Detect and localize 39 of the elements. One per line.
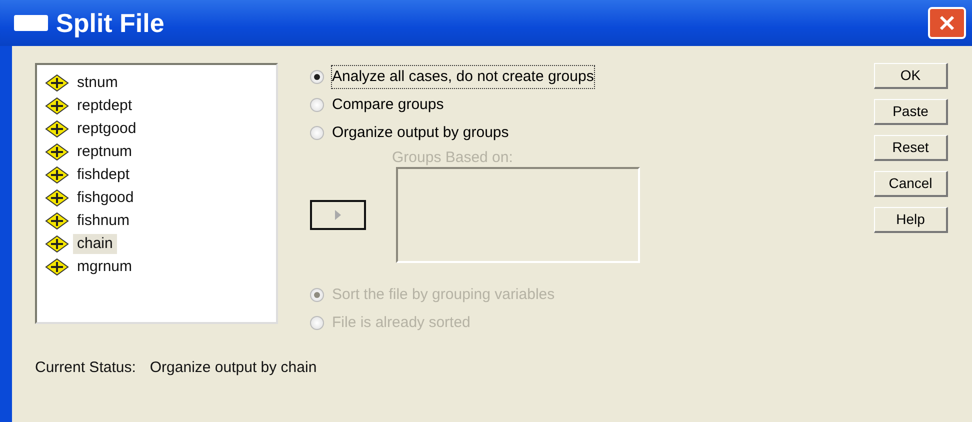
status-value: Organize output by chain <box>150 358 317 378</box>
variable-item[interactable]: chain <box>73 234 117 254</box>
dialog-button[interactable]: Cancel <box>874 171 948 197</box>
arrow-right-icon <box>334 210 342 220</box>
window-icon <box>14 15 48 31</box>
variable-icon <box>45 234 69 252</box>
groups-list[interactable] <box>396 167 640 263</box>
radio-option[interactable]: Organize output by groups <box>310 119 509 147</box>
variable-item[interactable]: reptdept <box>73 96 136 116</box>
variable-icon <box>45 74 69 92</box>
variable-item[interactable]: fishnum <box>73 210 134 230</box>
radio-dot[interactable] <box>310 98 324 112</box>
radio-dot[interactable] <box>310 70 324 84</box>
variable-item[interactable]: reptnum <box>73 142 136 162</box>
dialog-button[interactable]: Help <box>874 207 948 233</box>
variable-icon <box>45 120 69 138</box>
variable-item[interactable]: mgrnum <box>73 256 136 276</box>
status-label: Current Status: <box>35 358 136 378</box>
variable-icon <box>45 258 69 276</box>
radio-dot[interactable] <box>310 126 324 140</box>
radio-option[interactable]: Analyze all cases, do not create groups <box>310 63 594 91</box>
variable-icon <box>45 212 69 230</box>
variable-icon <box>45 188 69 206</box>
variable-icon <box>45 166 69 184</box>
dialog-button[interactable]: Paste <box>874 99 948 125</box>
window-title: Split File <box>56 6 164 40</box>
close-button[interactable] <box>928 7 966 39</box>
variable-icon <box>45 96 69 114</box>
dialog-button[interactable]: OK <box>874 63 948 89</box>
variable-item[interactable]: stnum <box>73 72 122 92</box>
variable-icon <box>45 142 69 160</box>
dialog-button[interactable]: Reset <box>874 135 948 161</box>
variable-item[interactable]: fishgood <box>73 188 138 208</box>
variable-item[interactable]: reptgood <box>73 118 140 138</box>
move-button[interactable] <box>310 200 366 230</box>
variable-item[interactable]: fishdept <box>73 164 134 184</box>
close-icon <box>937 13 957 33</box>
radio-option[interactable]: Compare groups <box>310 91 444 119</box>
variable-list[interactable]: stnum reptdept reptgood reptnum fishdept fishgood fishnum chain mgrnum <box>35 63 278 324</box>
